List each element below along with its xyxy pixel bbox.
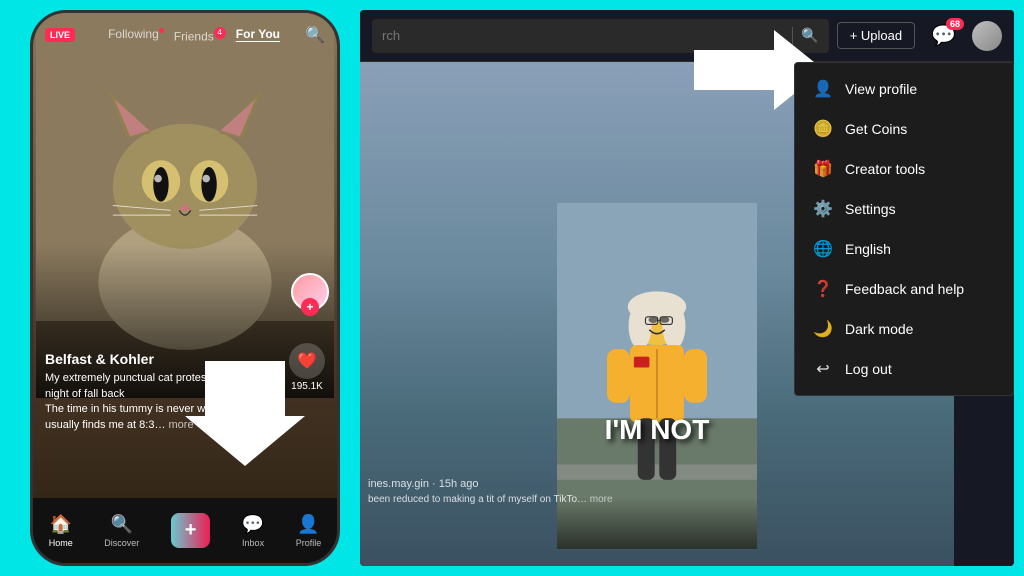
dark-mode-label: Dark mode bbox=[845, 321, 913, 337]
get-coins-label: Get Coins bbox=[845, 121, 907, 137]
dropdown-item-get-coins[interactable]: 🪙 Get Coins bbox=[795, 109, 1013, 149]
creator-tools-icon: 🎁 bbox=[813, 159, 833, 179]
home-icon: 🏠 bbox=[50, 514, 72, 535]
phone-top-bar: LIVE Following Friends4 For You 🔍 bbox=[33, 13, 337, 57]
add-button[interactable]: + bbox=[171, 513, 211, 548]
person-figure bbox=[557, 186, 757, 566]
cat-image bbox=[33, 13, 337, 398]
web-topbar: 🔍 + Upload 💬 68 bbox=[360, 10, 1014, 62]
phone-bottom-nav: 🏠 Home 🔍 Discover + 💬 Inbox 👤 Profile bbox=[33, 498, 337, 563]
feedback-help-label: Feedback and help bbox=[845, 281, 964, 297]
video-username: ines.may.gin · 15h ago bbox=[368, 478, 946, 490]
discover-icon: 🔍 bbox=[111, 514, 133, 535]
down-arrow bbox=[185, 351, 305, 476]
web-panel: 🔍 + Upload 💬 68 bbox=[360, 10, 1014, 566]
follow-plus-button[interactable]: + bbox=[301, 298, 319, 316]
notification-button[interactable]: 💬 68 bbox=[931, 23, 956, 48]
live-badge: LIVE bbox=[45, 28, 75, 42]
dropdown-item-creator-tools[interactable]: 🎁 Creator tools bbox=[795, 149, 1013, 189]
user-avatar[interactable] bbox=[972, 21, 1002, 51]
inbox-icon: 💬 bbox=[242, 514, 264, 535]
dropdown-item-view-profile[interactable]: 👤 View profile bbox=[795, 69, 1013, 109]
dropdown-item-log-out[interactable]: ↩ Log out bbox=[795, 349, 1013, 389]
video-main-text: I'M NOT bbox=[605, 414, 710, 446]
creator-tools-label: Creator tools bbox=[845, 161, 925, 177]
video-caption: been reduced to making a tit of myself o… bbox=[368, 493, 946, 506]
log-out-label: Log out bbox=[845, 361, 892, 377]
phone-left: LIVE Following Friends4 For You 🔍 + ❤️ 1… bbox=[30, 10, 340, 566]
dropdown-item-english[interactable]: 🌐 English bbox=[795, 229, 1013, 269]
profile-icon: 👤 bbox=[297, 514, 319, 535]
view-profile-label: View profile bbox=[845, 81, 917, 97]
tab-friends[interactable]: Friends4 bbox=[174, 27, 226, 44]
nav-add[interactable]: + bbox=[171, 513, 211, 548]
tab-following[interactable]: Following bbox=[108, 27, 164, 44]
english-icon: 🌐 bbox=[813, 239, 833, 259]
nav-home[interactable]: 🏠 Home bbox=[49, 514, 73, 548]
nav-inbox[interactable]: 💬 Inbox bbox=[242, 514, 264, 548]
following-dot bbox=[159, 28, 164, 33]
dropdown-item-settings[interactable]: ⚙️ Settings bbox=[795, 189, 1013, 229]
phone-nav-tabs: Following Friends4 For You bbox=[83, 27, 305, 44]
dropdown-menu: 👤 View profile 🪙 Get Coins 🎁 Creator tools ⚙️ S… bbox=[794, 62, 1014, 396]
phone-screen: LIVE Following Friends4 For You 🔍 + ❤️ 1… bbox=[33, 13, 337, 563]
settings-label: Settings bbox=[845, 201, 896, 217]
search-icon[interactable]: 🔍 bbox=[305, 25, 325, 45]
log-out-icon: ↩ bbox=[813, 359, 833, 379]
video-info: ines.may.gin · 15h ago been reduced to m… bbox=[368, 478, 946, 506]
get-coins-icon: 🪙 bbox=[813, 119, 833, 139]
view-profile-icon: 👤 bbox=[813, 79, 833, 99]
dropdown-item-dark-mode[interactable]: 🌙 Dark mode bbox=[795, 309, 1013, 349]
friends-badge: 4 bbox=[214, 27, 226, 39]
notification-badge: 68 bbox=[946, 18, 964, 30]
dark-mode-icon: 🌙 bbox=[813, 319, 833, 339]
profile-avatar-side[interactable]: + bbox=[291, 273, 329, 311]
nav-profile[interactable]: 👤 Profile bbox=[296, 514, 322, 548]
feedback-help-icon: ❓ bbox=[813, 279, 833, 299]
english-label: English bbox=[845, 241, 891, 257]
video-more-link[interactable]: more bbox=[590, 494, 613, 505]
dropdown-item-feedback-help[interactable]: ❓ Feedback and help bbox=[795, 269, 1013, 309]
tab-for-you[interactable]: For You bbox=[236, 27, 280, 44]
upload-button[interactable]: + Upload bbox=[837, 22, 915, 49]
nav-discover[interactable]: 🔍 Discover bbox=[104, 514, 139, 548]
settings-icon: ⚙️ bbox=[813, 199, 833, 219]
